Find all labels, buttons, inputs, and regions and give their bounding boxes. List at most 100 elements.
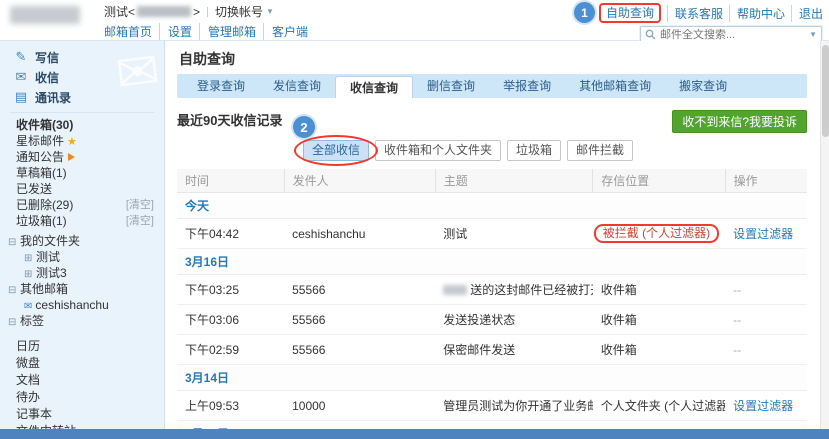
- sidebar-item-drafts[interactable]: 草稿箱(1): [0, 165, 164, 181]
- tree-account-ceshishanchu[interactable]: ✉ceshishanchu: [0, 297, 164, 313]
- empty-junk-link[interactable]: [清空]: [126, 213, 154, 229]
- empty-deleted-link[interactable]: [清空]: [126, 197, 154, 213]
- search-icon: [645, 29, 656, 40]
- mail-subject: 测试: [435, 219, 593, 249]
- tab-login-query[interactable]: 登录查询: [183, 74, 259, 98]
- tree-tags[interactable]: ⊟标签: [0, 313, 164, 329]
- mail-operation: --: [725, 275, 807, 305]
- date-group-row: 今天: [177, 193, 807, 219]
- mail-location: 被拦截 (个人过滤器): [593, 219, 725, 249]
- tree-other-mailboxes[interactable]: ⊟其他邮箱: [0, 281, 164, 297]
- collapse-icon[interactable]: ⊟: [8, 283, 20, 299]
- mail-subject: 保密邮件发送: [435, 335, 593, 365]
- sidebar-item-inbox[interactable]: 收件箱(30): [0, 117, 164, 133]
- logo: [10, 6, 80, 24]
- mail-time: 下午03:25: [177, 275, 284, 305]
- mail-row[interactable]: 下午04:42 ceshishanchu 测试 被拦截 (个人过滤器) 设置过滤…: [177, 219, 807, 249]
- mail-operation: --: [725, 305, 807, 335]
- contacts-icon: ▤: [14, 89, 28, 105]
- sidebar-item-sent[interactable]: 已发送: [0, 181, 164, 197]
- tab-delete-query[interactable]: 删信查询: [413, 74, 489, 98]
- sidebar-item-starred[interactable]: 星标邮件★: [0, 133, 164, 149]
- mail-icon: ✉: [24, 301, 32, 312]
- filter-junk[interactable]: 垃圾箱: [507, 140, 561, 161]
- star-icon: ★: [67, 136, 77, 148]
- collapse-icon[interactable]: ⊟: [8, 315, 20, 331]
- nav-mail-home[interactable]: 邮箱首页: [104, 23, 152, 40]
- complain-button[interactable]: 收不到来信?我要投诉: [672, 110, 807, 133]
- top-header: 测试<> 切换帐号 ▼ 邮箱首页 设置 管理邮箱 客户端 1 自助查询: [0, 0, 829, 41]
- mail-time: 上午09:53: [177, 391, 284, 421]
- date-group-row: 3月16日: [177, 249, 807, 275]
- mail-time: 下午02:59: [177, 335, 284, 365]
- filter-blocked[interactable]: 邮件拦截: [567, 140, 633, 161]
- tree-folder-test3[interactable]: ⊞测试3: [0, 265, 164, 281]
- nav-manage-mailbox[interactable]: 管理邮箱: [199, 23, 256, 40]
- filter-buttons: 全部收信 收件箱和个人文件夹 垃圾箱 邮件拦截: [165, 138, 783, 162]
- sidebar-item-deleted[interactable]: 已删除(29) [清空]: [0, 197, 164, 213]
- body: ✉ ✎ 写信 ✉ 收信 ▤ 通讯录 收件箱(30) 星标邮件★ 通知公告 草稿箱…: [0, 41, 829, 429]
- switch-account-link[interactable]: 切换帐号 ▼: [215, 3, 274, 20]
- nav-settings[interactable]: 设置: [159, 23, 192, 40]
- mail-operation: 设置过滤器: [725, 219, 807, 249]
- sidebar-item-notes[interactable]: 记事本: [0, 406, 164, 423]
- logout-link[interactable]: 退出: [791, 5, 823, 22]
- mail-location: 收件箱: [593, 305, 725, 335]
- compose-icon: ✎: [14, 49, 28, 65]
- tab-receive-query[interactable]: 收信查询: [335, 76, 413, 98]
- col-subject: 主题: [435, 169, 593, 193]
- account-name-redacted: [137, 6, 191, 17]
- col-operation: 操作: [725, 169, 807, 193]
- mail-row[interactable]: 下午03:25 55566 送的这封邮件已经被打开. 收件箱 --: [177, 275, 807, 305]
- scrollbar-thumb[interactable]: [822, 45, 829, 137]
- help-center-link[interactable]: 帮助中心: [729, 5, 785, 22]
- tree-my-folders[interactable]: ⊟我的文件夹: [0, 233, 164, 249]
- mail-sender: 55566: [284, 275, 435, 305]
- sidebar-item-announcements[interactable]: 通知公告: [0, 149, 164, 165]
- set-filter-link[interactable]: 设置过滤器: [733, 227, 793, 241]
- vertical-scrollbar[interactable]: [820, 41, 829, 429]
- mail-records-table: 时间 发件人 主题 存信位置 操作 今天 下午04:42 ceshishanch…: [177, 169, 807, 429]
- tab-other-mailbox-query[interactable]: 其他邮箱查询: [565, 74, 665, 98]
- tree-folder-test[interactable]: ⊞测试: [0, 249, 164, 265]
- sidebar-item-docs[interactable]: 文档: [0, 372, 164, 389]
- date-group-row: 3月14日: [177, 365, 807, 391]
- mail-sender: 55566: [284, 335, 435, 365]
- header-right: 1 自助查询 联系客服 帮助中心 退出 ▼: [599, 3, 823, 44]
- sidebar-item-weiyun[interactable]: 微盘: [0, 355, 164, 372]
- set-filter-link[interactable]: 设置过滤器: [733, 399, 793, 413]
- contact-support-link[interactable]: 联系客服: [667, 5, 723, 22]
- divider: [207, 7, 208, 17]
- header-nav: 邮箱首页 设置 管理邮箱 客户端: [104, 23, 308, 40]
- search-input[interactable]: [660, 29, 809, 41]
- mail-time: 下午03:06: [177, 305, 284, 335]
- receive-mail-button[interactable]: ✉ 收信: [0, 67, 164, 87]
- mail-location: 个人文件夹 (个人过滤器): [593, 391, 725, 421]
- filter-all-mail[interactable]: 全部收信: [303, 140, 369, 161]
- col-sender: 发件人: [284, 169, 435, 193]
- nav-client[interactable]: 客户端: [263, 23, 308, 40]
- tab-report-query[interactable]: 举报查询: [489, 74, 565, 98]
- sidebar-divider: [10, 112, 154, 113]
- sidebar-item-todo[interactable]: 待办: [0, 389, 164, 406]
- search-scope-dropdown-icon[interactable]: ▼: [809, 30, 817, 39]
- tab-send-query[interactable]: 发信查询: [259, 74, 335, 98]
- filter-inbox-and-folders[interactable]: 收件箱和个人文件夹: [375, 140, 501, 161]
- contacts-button[interactable]: ▤ 通讯录: [0, 87, 164, 107]
- mail-time: 下午04:42: [177, 219, 284, 249]
- collapse-icon[interactable]: ⊟: [8, 235, 20, 251]
- mail-operation: --: [725, 335, 807, 365]
- self-query-link[interactable]: 自助查询: [606, 6, 654, 20]
- sidebar-item-junk[interactable]: 垃圾箱(1) [清空]: [0, 213, 164, 229]
- mail-sender: 55566: [284, 305, 435, 335]
- quick-links: 1 自助查询 联系客服 帮助中心 退出: [599, 3, 823, 23]
- compose-button[interactable]: ✎ 写信: [0, 47, 164, 67]
- query-tabs: 登录查询 发信查询 收信查询 删信查询 举报查询 其他邮箱查询 搬家查询: [177, 74, 807, 98]
- sidebar-item-calendar[interactable]: 日历: [0, 338, 164, 355]
- mail-row[interactable]: 上午09:53 10000 管理员测试为你开通了业务邮箱 个人文件夹 (个人过滤…: [177, 391, 807, 421]
- annotation-step-1: 1: [574, 2, 595, 23]
- mail-row[interactable]: 下午02:59 55566 保密邮件发送 收件箱 --: [177, 335, 807, 365]
- mail-row[interactable]: 下午03:06 55566 发送投递状态 收件箱 --: [177, 305, 807, 335]
- mail-location: 收件箱: [593, 335, 725, 365]
- tab-migration-query[interactable]: 搬家查询: [665, 74, 741, 98]
